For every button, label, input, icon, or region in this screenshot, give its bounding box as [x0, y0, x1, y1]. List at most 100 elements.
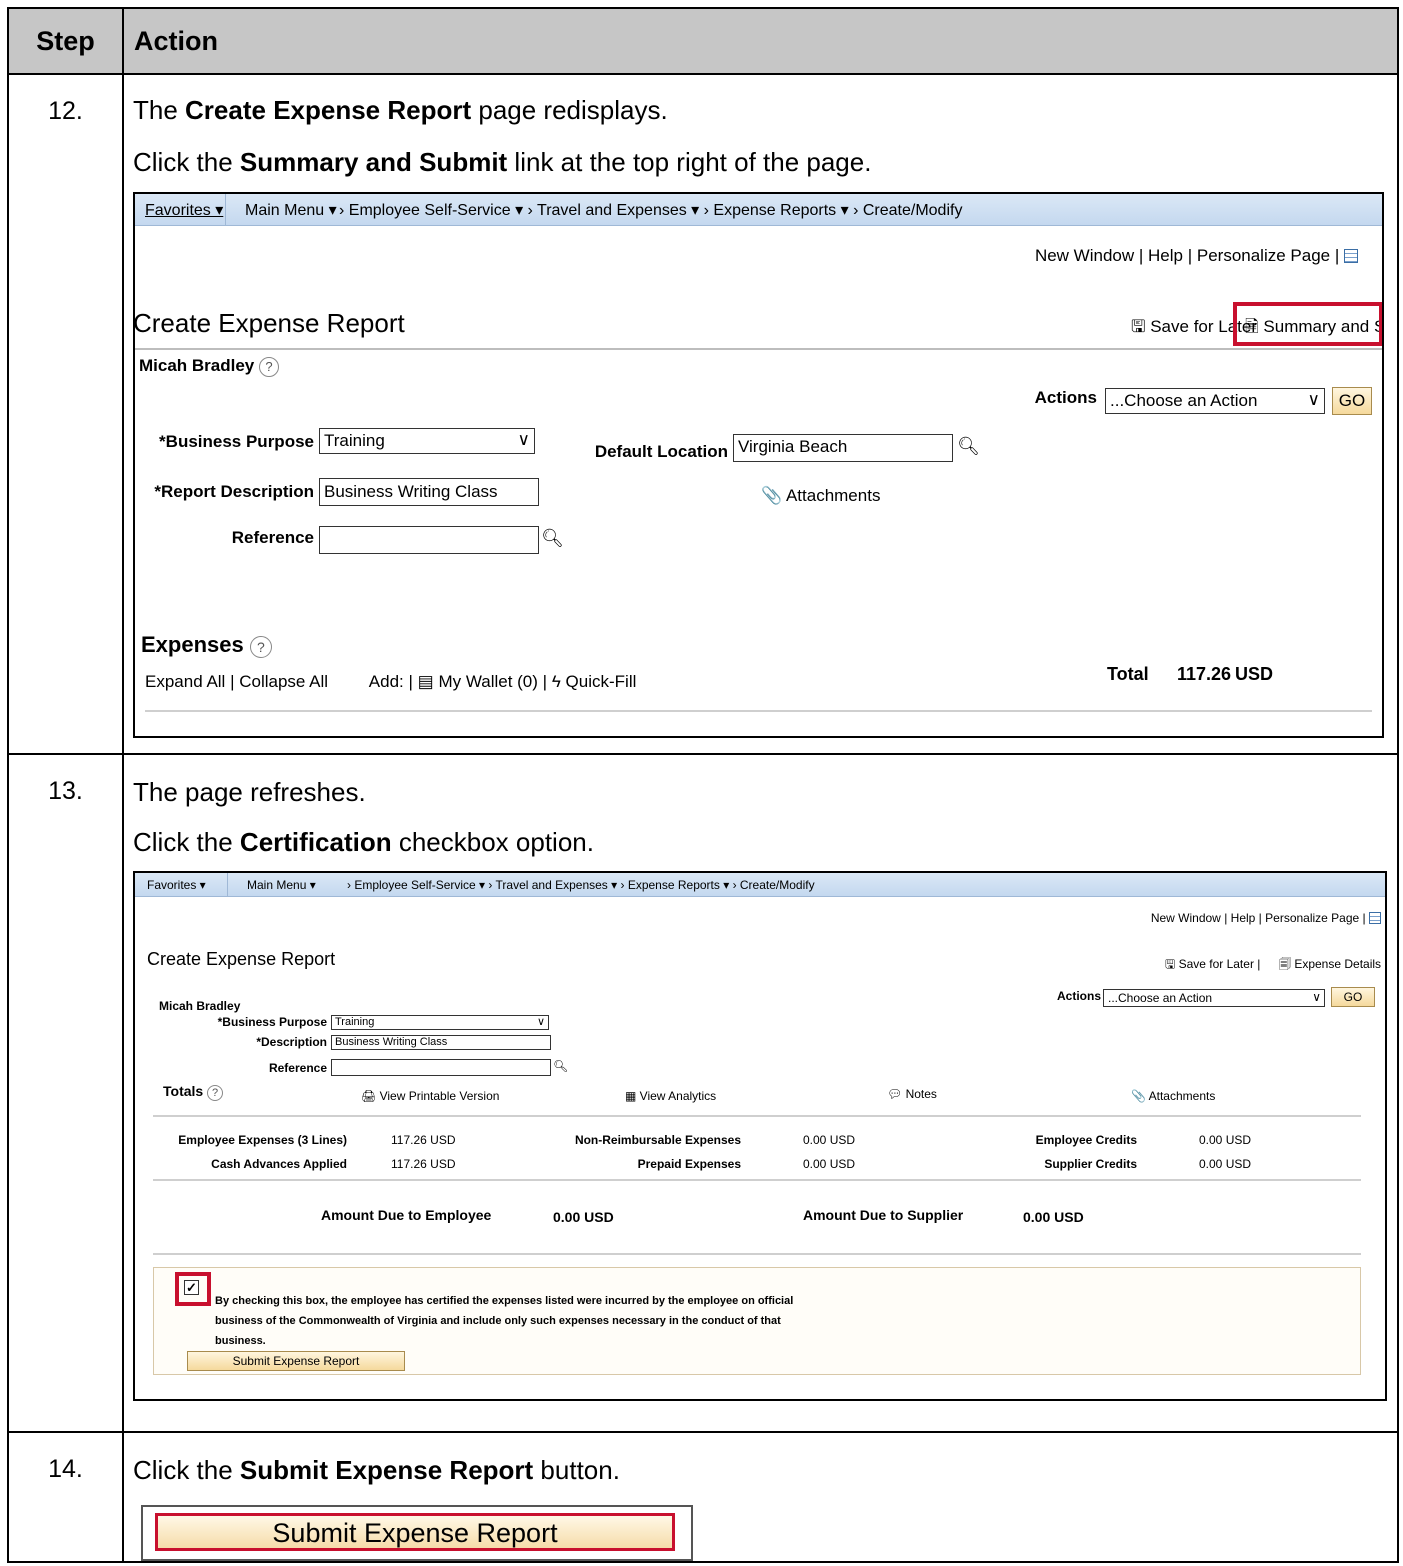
- details-icon: 🗐: [1279, 957, 1295, 971]
- step-instruction: Click the Certification checkbox option.: [133, 827, 594, 857]
- description-label: *Description: [256, 1035, 327, 1049]
- help-icon[interactable]: ?: [207, 1085, 224, 1101]
- breadcrumb[interactable]: › Employee Self-Service ▾ › Travel and E…: [347, 878, 815, 892]
- divider: [135, 348, 1382, 350]
- save-for-later-link[interactable]: 🖫 Save for Later |: [1165, 955, 1260, 976]
- search-icon[interactable]: 🔍︎: [541, 528, 564, 549]
- page-title: Create Expense Report: [147, 949, 336, 969]
- chevron-down-icon: ∨: [1307, 390, 1320, 409]
- step-number: 14.: [9, 1433, 124, 1561]
- step-instruction: Click the Submit Expense Report button.: [133, 1455, 620, 1485]
- reference-input[interactable]: [319, 526, 539, 554]
- business-purpose-select[interactable]: Training ∨: [331, 1015, 549, 1030]
- main-menu[interactable]: Main Menu ▾: [247, 878, 316, 892]
- divider: [153, 1179, 1361, 1181]
- certification-text: By checking this box, the employee has c…: [215, 1295, 794, 1347]
- actions-label: Actions: [1056, 989, 1101, 1003]
- nav-bar: Favorites ▾ Main Menu ▾ › Employee Self-…: [135, 873, 1385, 897]
- save-icon: 🖫: [1131, 317, 1151, 336]
- amount-due-supplier-label: Amount Due to Supplier: [803, 1207, 964, 1223]
- lightning-icon: ϟ: [551, 672, 566, 691]
- collapse-all-link[interactable]: Collapse All: [239, 672, 328, 691]
- business-purpose-label: *Business Purpose: [217, 1015, 327, 1029]
- supplier-credits-label: Supplier Credits: [1044, 1157, 1137, 1171]
- chevron-down-icon: ∨: [517, 430, 530, 449]
- report-description-input[interactable]: Business Writing Class: [319, 478, 539, 506]
- certification-checkbox[interactable]: ✓: [184, 1280, 199, 1295]
- view-analytics-link[interactable]: ▦ View Analytics: [625, 1089, 716, 1103]
- action-column-header: Action: [134, 25, 218, 56]
- screenshot-create-expense-report: Favorites ▾ Main Menu ▾ › Employee Self-…: [133, 192, 1384, 738]
- breadcrumb[interactable]: › Employee Self-Service ▾ › Travel and E…: [339, 200, 962, 220]
- expense-details-link[interactable]: 🗐 Expense Details: [1279, 955, 1381, 976]
- top-links: New Window | Help | Personalize Page |: [1151, 911, 1381, 925]
- divider: [145, 710, 1372, 712]
- divider: [153, 1115, 1361, 1117]
- description-input[interactable]: Business Writing Class: [331, 1035, 551, 1050]
- quick-fill-link[interactable]: ϟ Quick-Fill: [552, 672, 637, 691]
- reference-label: Reference: [231, 528, 314, 547]
- prepaid-value: 0.00 USD: [803, 1157, 856, 1171]
- expense-links: Expand All | Collapse All Add: | ▤ My Wa…: [145, 672, 637, 691]
- personalize-page-link[interactable]: Personalize Page: [1265, 911, 1359, 925]
- employee-credits-value: 0.00 USD: [1199, 1133, 1252, 1147]
- amount-due-supplier-value: 0.00 USD: [1023, 1209, 1084, 1225]
- default-location-input[interactable]: Virginia Beach: [733, 434, 953, 462]
- highlight-box: [1233, 302, 1382, 346]
- step-number: 13.: [9, 755, 124, 1431]
- actions-select[interactable]: ...Choose an Action ∨: [1105, 388, 1325, 414]
- help-link[interactable]: Help: [1148, 246, 1183, 265]
- nav-bar: Favorites ▾ Main Menu ▾ › Employee Self-…: [135, 194, 1382, 226]
- cash-advances-value: 117.26 USD: [391, 1157, 456, 1171]
- grid-icon[interactable]: [1344, 249, 1358, 263]
- employee-expenses-label: Employee Expenses (3 Lines): [178, 1133, 347, 1147]
- divider: [153, 1253, 1361, 1255]
- my-wallet-link[interactable]: ▤ My Wallet (0): [418, 672, 538, 691]
- button-screenshot: Submit Expense Report: [141, 1505, 693, 1561]
- grid-icon[interactable]: [1369, 912, 1381, 924]
- total-value: 117.26: [1177, 664, 1232, 684]
- top-links: New Window | Help | Personalize Page |: [1035, 246, 1358, 266]
- non-reimbursable-label: Non-Reimbursable Expenses: [574, 1133, 741, 1147]
- total-label: Total: [1107, 664, 1149, 684]
- step-instruction: The page refreshes.: [133, 777, 366, 807]
- totals-title: Totals ?: [163, 1083, 224, 1101]
- page-title: Create Expense Report: [133, 308, 405, 338]
- help-icon[interactable]: ?: [259, 357, 279, 377]
- total-currency: USD: [1235, 664, 1274, 684]
- step-column-header: Step: [9, 9, 124, 73]
- go-button[interactable]: GO: [1332, 387, 1372, 415]
- submit-expense-report-button[interactable]: Submit Expense Report: [155, 1513, 675, 1551]
- go-button[interactable]: GO: [1331, 987, 1375, 1007]
- actions-select[interactable]: ...Choose an Action ∨: [1103, 989, 1325, 1007]
- business-purpose-label: *Business Purpose: [159, 432, 314, 451]
- search-icon[interactable]: 🔍︎: [553, 1059, 568, 1073]
- help-link[interactable]: Help: [1231, 911, 1256, 925]
- submit-expense-report-button[interactable]: Submit Expense Report: [187, 1351, 405, 1371]
- attachments-link[interactable]: 📎 Attachments: [761, 486, 880, 506]
- personalize-page-link[interactable]: Personalize Page: [1197, 246, 1330, 265]
- paperclip-icon: 📎: [1131, 1089, 1149, 1103]
- add-label: Add:: [368, 672, 404, 691]
- help-icon[interactable]: ?: [249, 636, 272, 658]
- main-menu[interactable]: Main Menu ▾: [245, 200, 337, 220]
- instruction-table: Step Action 12. The Create Expense Repor…: [7, 7, 1399, 1563]
- attachments-link[interactable]: 📎 Attachments: [1131, 1089, 1215, 1103]
- speech-bubble-icon: 💬︎: [887, 1087, 906, 1101]
- chevron-down-icon: ∨: [536, 1016, 545, 1028]
- favorites-menu[interactable]: Favorites ▾: [147, 878, 206, 892]
- non-reimbursable-value: 0.00 USD: [803, 1133, 856, 1147]
- favorites-menu[interactable]: Favorites ▾: [145, 200, 223, 220]
- reference-input[interactable]: [331, 1059, 551, 1076]
- notes-link[interactable]: 💬︎ Notes: [887, 1087, 937, 1101]
- new-window-link[interactable]: New Window: [1035, 246, 1134, 265]
- new-window-link[interactable]: New Window: [1151, 911, 1221, 925]
- view-printable-link[interactable]: 🖨 View Printable Version: [361, 1089, 499, 1103]
- employee-expenses-value: 117.26 USD: [391, 1133, 456, 1147]
- screenshot-summary-submit: Favorites ▾ Main Menu ▾ › Employee Self-…: [133, 871, 1387, 1401]
- search-icon[interactable]: 🔍︎: [957, 436, 980, 457]
- expand-all-link[interactable]: Expand All: [145, 672, 225, 691]
- save-icon: 🖫: [1165, 957, 1179, 971]
- expenses-title: Expenses ?: [141, 632, 272, 658]
- business-purpose-select[interactable]: Training ∨: [319, 428, 535, 454]
